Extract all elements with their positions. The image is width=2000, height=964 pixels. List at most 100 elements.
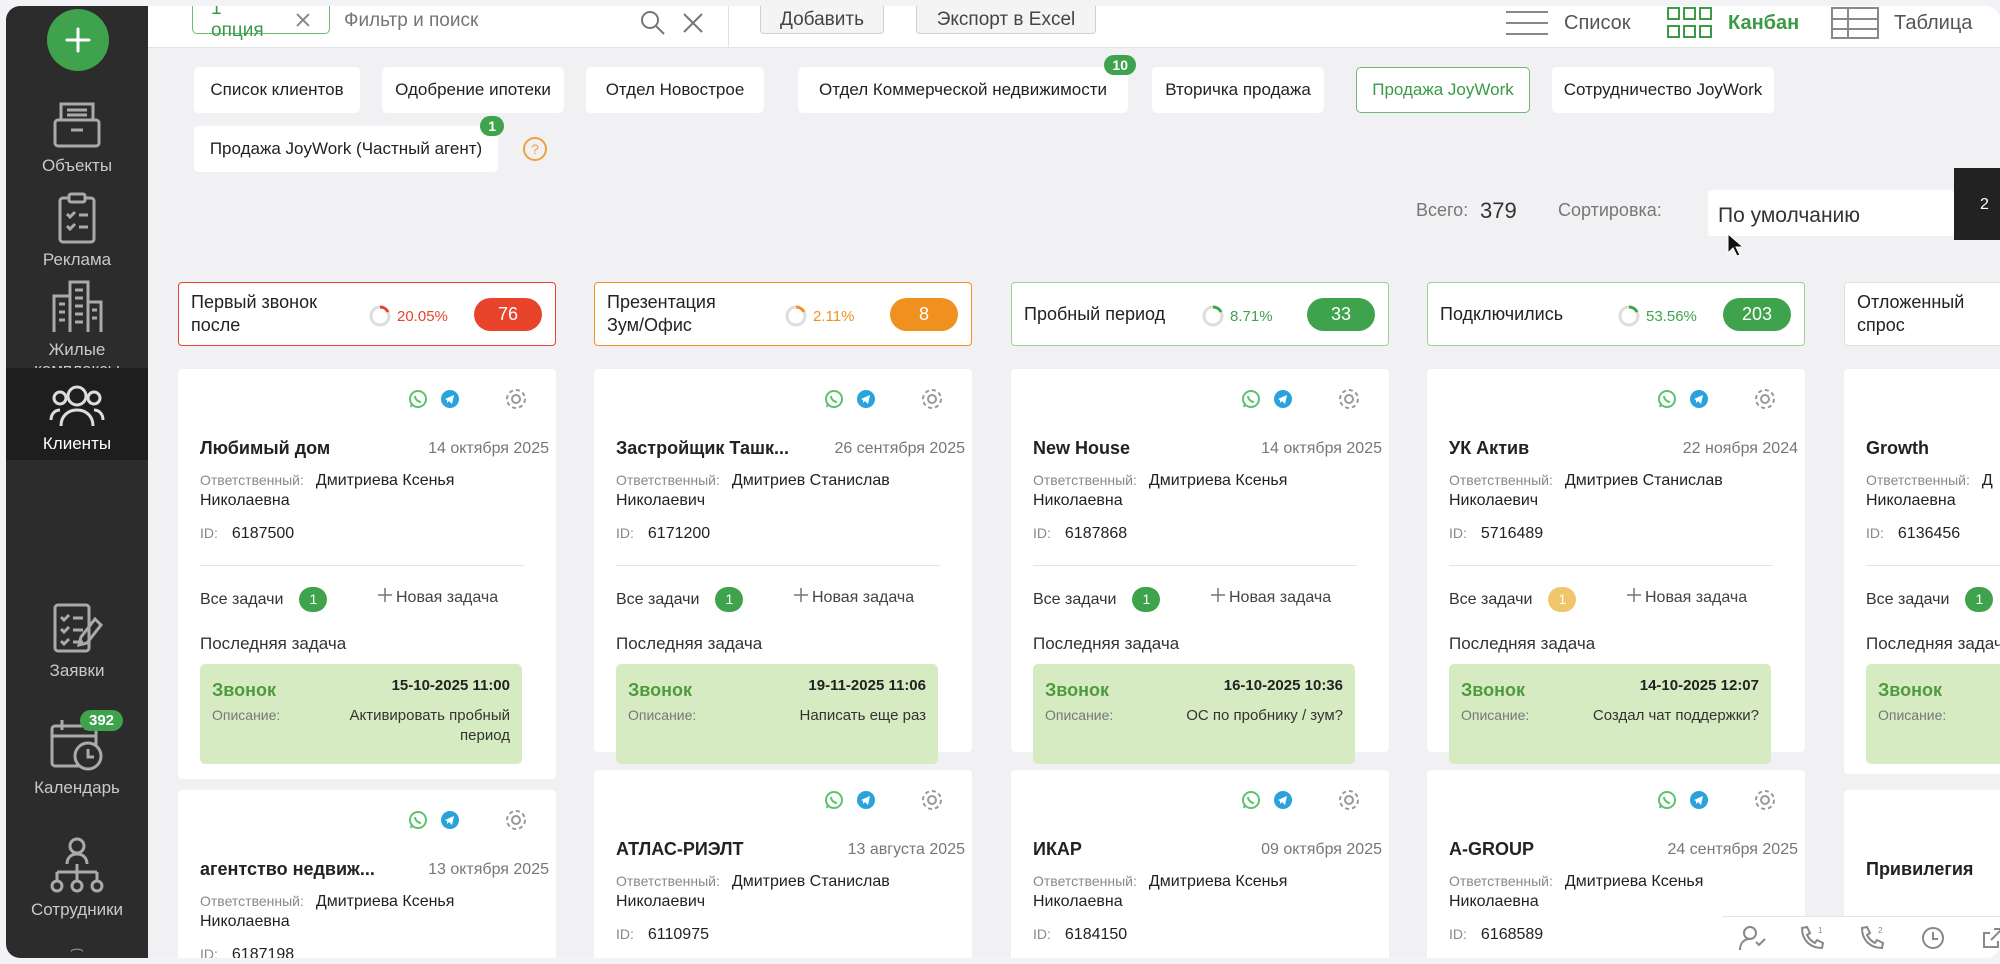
- new-task-button[interactable]: Новая задача: [794, 588, 914, 607]
- gear-icon[interactable]: [1337, 387, 1361, 411]
- all-tasks-link[interactable]: Все задачи 1: [1033, 587, 1161, 612]
- lead-card[interactable]: АТЛАС-РИЭЛТ 13 августа 2025 Ответственный:…: [594, 770, 972, 958]
- telegram-icon[interactable]: [1689, 790, 1709, 810]
- lead-card[interactable]: New House 14 октября 2025 Ответственный: Дм…: [1011, 369, 1389, 764]
- gear-icon[interactable]: [1337, 788, 1361, 812]
- telegram-icon[interactable]: [440, 389, 460, 409]
- all-tasks-link[interactable]: Все задачи 1: [200, 587, 328, 612]
- lead-card[interactable]: Growth Ответственный: Д Николаевна ID: 613645…: [1844, 369, 2000, 774]
- lead-card[interactable]: Застройщик Ташк... 26 сентября 2025 Ответс…: [594, 369, 972, 764]
- card-responsible: Ответственный: Дмитриева Ксенья Николаевн…: [1033, 871, 1363, 912]
- all-tasks-link[interactable]: Все задачи 1: [616, 587, 744, 612]
- gear-icon[interactable]: [504, 808, 528, 832]
- all-tasks-link[interactable]: Все задачи 1: [1866, 587, 1994, 612]
- lead-card[interactable]: агентство недвиж... 13 октября 2025 Ответс…: [178, 790, 556, 958]
- new-task-button[interactable]: Новая задача: [1211, 588, 1331, 607]
- agent-icon[interactable]: [1738, 924, 1766, 952]
- clear-icon[interactable]: [682, 12, 704, 34]
- gear-icon[interactable]: [920, 788, 944, 812]
- lead-card[interactable]: Любимый дом 14 октября 2025 Ответственный:…: [178, 369, 556, 779]
- new-task-label: Новая задача: [812, 589, 915, 606]
- last-task-block[interactable]: Звонок 16-10-2025 10:36 Описание: ОС по про…: [1033, 664, 1355, 764]
- lead-card[interactable]: ИКАР 09 октября 2025 Ответственный: Дмитрие…: [1011, 770, 1389, 958]
- card-name[interactable]: ИКАР: [1033, 839, 1082, 860]
- filter-chip[interactable]: 1 опция: [192, 6, 330, 41]
- last-task-block[interactable]: Звонок Описание:: [1866, 664, 2000, 764]
- column-percent: 53.56%: [1618, 305, 1697, 327]
- new-task-button[interactable]: Новая задача: [378, 588, 498, 607]
- card-date: 09 октября 2025: [1261, 841, 1382, 858]
- telegram-icon[interactable]: [856, 389, 876, 409]
- whatsapp-icon[interactable]: [824, 790, 844, 810]
- tab-joywork-partnership[interactable]: Сотрудничество JoyWork: [1552, 67, 1774, 113]
- tab-new-buildings[interactable]: Отдел Новострое: [586, 67, 764, 113]
- column-header: Пробный период 8.71% 33: [1011, 282, 1389, 346]
- view-list[interactable]: Список: [1504, 6, 1631, 40]
- add-button[interactable]: [47, 9, 109, 71]
- whatsapp-icon[interactable]: [408, 810, 428, 830]
- id-label: ID:: [1033, 926, 1051, 942]
- tab-joywork-sales[interactable]: Продажа JoyWork: [1356, 67, 1530, 113]
- gear-icon[interactable]: [1753, 387, 1777, 411]
- sidebar-item-employees[interactable]: Сотрудники: [6, 836, 148, 946]
- gear-icon[interactable]: [1753, 788, 1777, 812]
- last-task-block[interactable]: Звонок 14-10-2025 12:07 Описание: Создал ча…: [1449, 664, 1771, 764]
- phone-line-1-icon[interactable]: 1: [1798, 924, 1826, 952]
- plus-icon: [794, 588, 808, 602]
- telegram-icon[interactable]: [1273, 389, 1293, 409]
- card-name[interactable]: АТЛАС-РИЭЛТ: [616, 839, 744, 860]
- side-panel-tab[interactable]: 2: [1954, 168, 2000, 240]
- whatsapp-icon[interactable]: [1657, 790, 1677, 810]
- card-name[interactable]: агентство недвиж...: [200, 859, 375, 880]
- card-name[interactable]: New House: [1033, 438, 1130, 459]
- last-task-block[interactable]: Звонок 19-11-2025 11:06 Описание: Написать …: [616, 664, 938, 764]
- new-task-button[interactable]: Новая задача: [1627, 588, 1747, 607]
- search-icon[interactable]: [640, 10, 666, 36]
- tab-commercial[interactable]: Отдел Коммерческой недвижимости 10: [798, 55, 1136, 113]
- card-name[interactable]: Застройщик Ташк...: [616, 438, 789, 459]
- sidebar-item-clients[interactable]: Клиенты: [6, 368, 148, 460]
- sidebar-item-requests[interactable]: Заявки: [6, 599, 148, 709]
- search-input[interactable]: [344, 8, 604, 34]
- whatsapp-icon[interactable]: [824, 389, 844, 409]
- svg-text:2: 2: [1878, 926, 1883, 935]
- phone-line-2-icon[interactable]: 2: [1858, 924, 1886, 952]
- help-icon[interactable]: ?: [522, 136, 548, 162]
- whatsapp-icon[interactable]: [1241, 389, 1261, 409]
- card-name[interactable]: A-GROUP: [1449, 839, 1534, 860]
- whatsapp-icon[interactable]: [408, 389, 428, 409]
- progress-ring-icon: [1618, 305, 1640, 327]
- card-name[interactable]: Привилегия: [1866, 859, 1973, 880]
- tab-joywork-private-agent[interactable]: Продажа JoyWork (Частный агент) 1: [194, 116, 504, 172]
- clock-icon[interactable]: [1920, 925, 1946, 951]
- whatsapp-icon[interactable]: [1241, 790, 1261, 810]
- card-name[interactable]: Любимый дом: [200, 438, 330, 459]
- telegram-icon[interactable]: [1273, 790, 1293, 810]
- sort-select[interactable]: По умолчанию: [1708, 190, 1954, 236]
- column-count-badge: 76: [474, 298, 542, 331]
- tab-client-list[interactable]: Список клиентов: [194, 67, 360, 113]
- all-tasks-link[interactable]: Все задачи 1: [1449, 587, 1577, 612]
- telegram-icon[interactable]: [1689, 389, 1709, 409]
- lead-card[interactable]: УК Актив 22 ноября 2024 Ответственный: Дмит…: [1427, 369, 1805, 764]
- export-excel-button[interactable]: Экспорт в Excel: [916, 6, 1096, 34]
- gear-icon[interactable]: [920, 387, 944, 411]
- whatsapp-icon[interactable]: [1657, 389, 1677, 409]
- card-id: ID: 6136456: [1866, 525, 1960, 543]
- gear-icon[interactable]: [504, 387, 528, 411]
- telegram-icon[interactable]: [856, 790, 876, 810]
- view-table[interactable]: Таблица: [1830, 6, 1972, 40]
- telegram-icon[interactable]: [440, 810, 460, 830]
- tab-secondary-sales[interactable]: Вторичка продажа: [1152, 67, 1324, 113]
- view-kanban[interactable]: Канбан: [1666, 6, 1799, 40]
- card-name[interactable]: УК Актив: [1449, 438, 1529, 459]
- tab-mortgage[interactable]: Одобрение ипотеки: [382, 67, 564, 113]
- close-icon[interactable]: [295, 12, 311, 28]
- add-button[interactable]: Добавить: [760, 6, 884, 34]
- card-name[interactable]: Growth: [1866, 438, 1929, 459]
- sidebar-item-calendar[interactable]: Календарь 392: [6, 710, 148, 826]
- external-link-icon[interactable]: [1980, 925, 2000, 951]
- sidebar-item-more[interactable]: [6, 946, 148, 958]
- tasks-count-badge: 1: [1965, 587, 1994, 612]
- last-task-block[interactable]: Звонок 15-10-2025 11:00 Описание: Активиров…: [200, 664, 522, 764]
